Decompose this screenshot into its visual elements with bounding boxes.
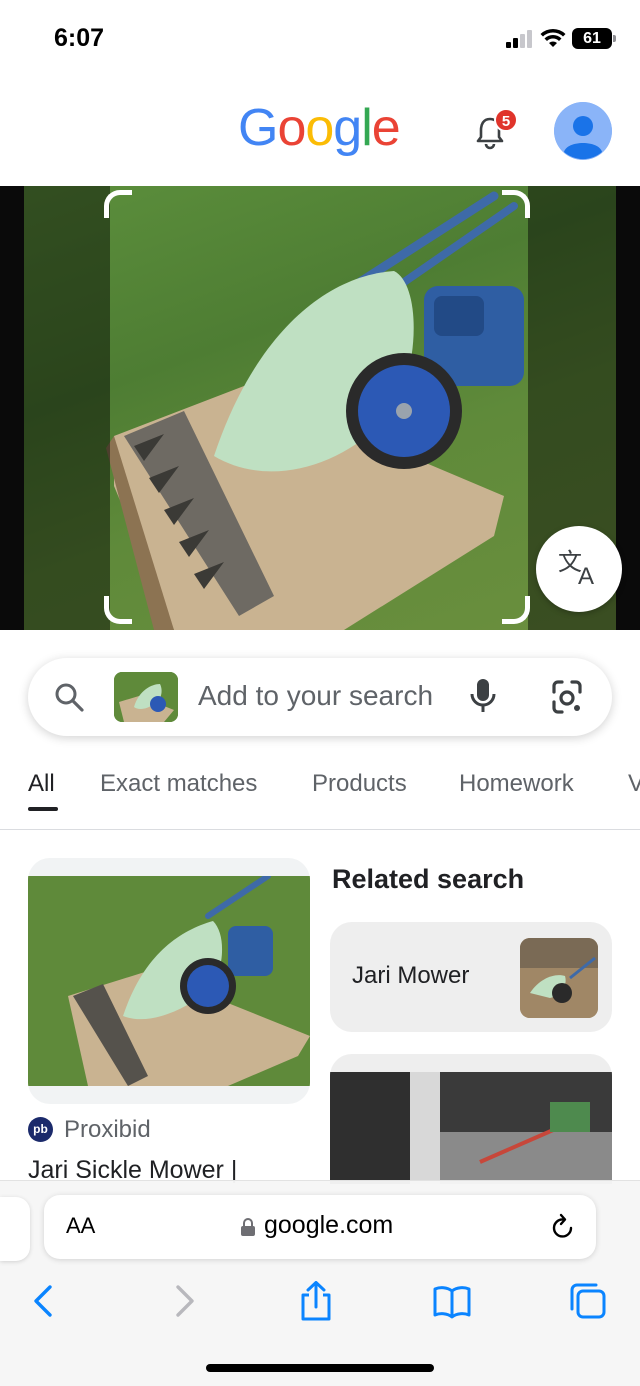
status-bar: 6:07 61 <box>0 0 640 80</box>
crop-corner-icon[interactable] <box>104 190 132 218</box>
result-image <box>28 876 310 1086</box>
logo-letter: e <box>371 99 401 157</box>
tab-exact-matches[interactable]: Exact matches <box>100 770 257 798</box>
bookmarks-icon[interactable] <box>432 1281 472 1321</box>
status-time: 6:07 <box>54 24 105 52</box>
related-search-thumbnail <box>520 938 598 1018</box>
logo-letter: l <box>361 99 373 157</box>
back-icon[interactable] <box>24 1281 64 1321</box>
crop-dim-left <box>24 186 110 630</box>
previous-tab-preview[interactable] <box>0 1197 30 1261</box>
search-icon <box>55 683 84 712</box>
url-text[interactable]: google.com <box>264 1211 393 1240</box>
logo-letter: G <box>238 99 278 157</box>
tab-products[interactable]: Products <box>312 770 407 798</box>
reload-icon[interactable] <box>550 1213 576 1241</box>
svg-text:A: A <box>578 563 594 590</box>
share-icon[interactable] <box>296 1281 336 1321</box>
result-image-card[interactable] <box>28 858 310 1104</box>
home-indicator[interactable] <box>206 1364 434 1372</box>
browser-toolbar: AA google.com <box>0 1180 640 1386</box>
avatar[interactable] <box>554 102 612 160</box>
logo-letter: o <box>305 99 334 157</box>
address-bar[interactable]: AA google.com <box>44 1195 596 1259</box>
proxibid-logo: pb <box>28 1117 53 1142</box>
microphone-icon[interactable] <box>468 676 498 716</box>
logo-letter: o <box>277 99 306 157</box>
query-image-thumbnail[interactable] <box>114 672 178 722</box>
avatar-icon <box>554 102 612 160</box>
notification-badge: 5 <box>494 108 518 132</box>
google-lens-icon[interactable] <box>548 678 586 716</box>
translate-icon: 文 A <box>558 548 594 590</box>
related-search-label: Jari Mower <box>352 962 470 989</box>
wifi-icon <box>540 28 566 47</box>
related-search-chip[interactable]: Jari Mower <box>330 922 612 1032</box>
related-image <box>330 1072 612 1184</box>
tab-overflow[interactable]: V <box>628 770 640 798</box>
tab-all[interactable]: All <box>28 770 55 798</box>
related-search-heading: Related search <box>332 864 525 894</box>
add-to-search-bar[interactable]: Add to your search <box>28 658 612 736</box>
page-settings-button[interactable]: AA <box>66 1213 95 1239</box>
translate-button[interactable]: 文 A <box>536 526 622 612</box>
cellular-signal-icon <box>506 30 534 48</box>
google-logo[interactable]: Google <box>238 98 401 158</box>
logo-letter: g <box>333 99 362 157</box>
source-name: Proxibid <box>64 1116 151 1143</box>
image-viewer[interactable]: 文 A <box>0 186 640 630</box>
search-tabs: All Exact matches Products Homework V <box>0 760 640 830</box>
related-image-card[interactable] <box>330 1054 612 1184</box>
search-input[interactable]: Add to your search <box>198 680 433 712</box>
lock-icon <box>241 1218 255 1236</box>
active-tab-indicator <box>28 807 58 811</box>
header: Google 5 <box>0 80 640 186</box>
tabs-icon[interactable] <box>568 1281 608 1321</box>
tab-homework[interactable]: Homework <box>459 770 574 798</box>
battery-icon: 61 <box>572 28 616 49</box>
forward-icon[interactable] <box>164 1281 204 1321</box>
